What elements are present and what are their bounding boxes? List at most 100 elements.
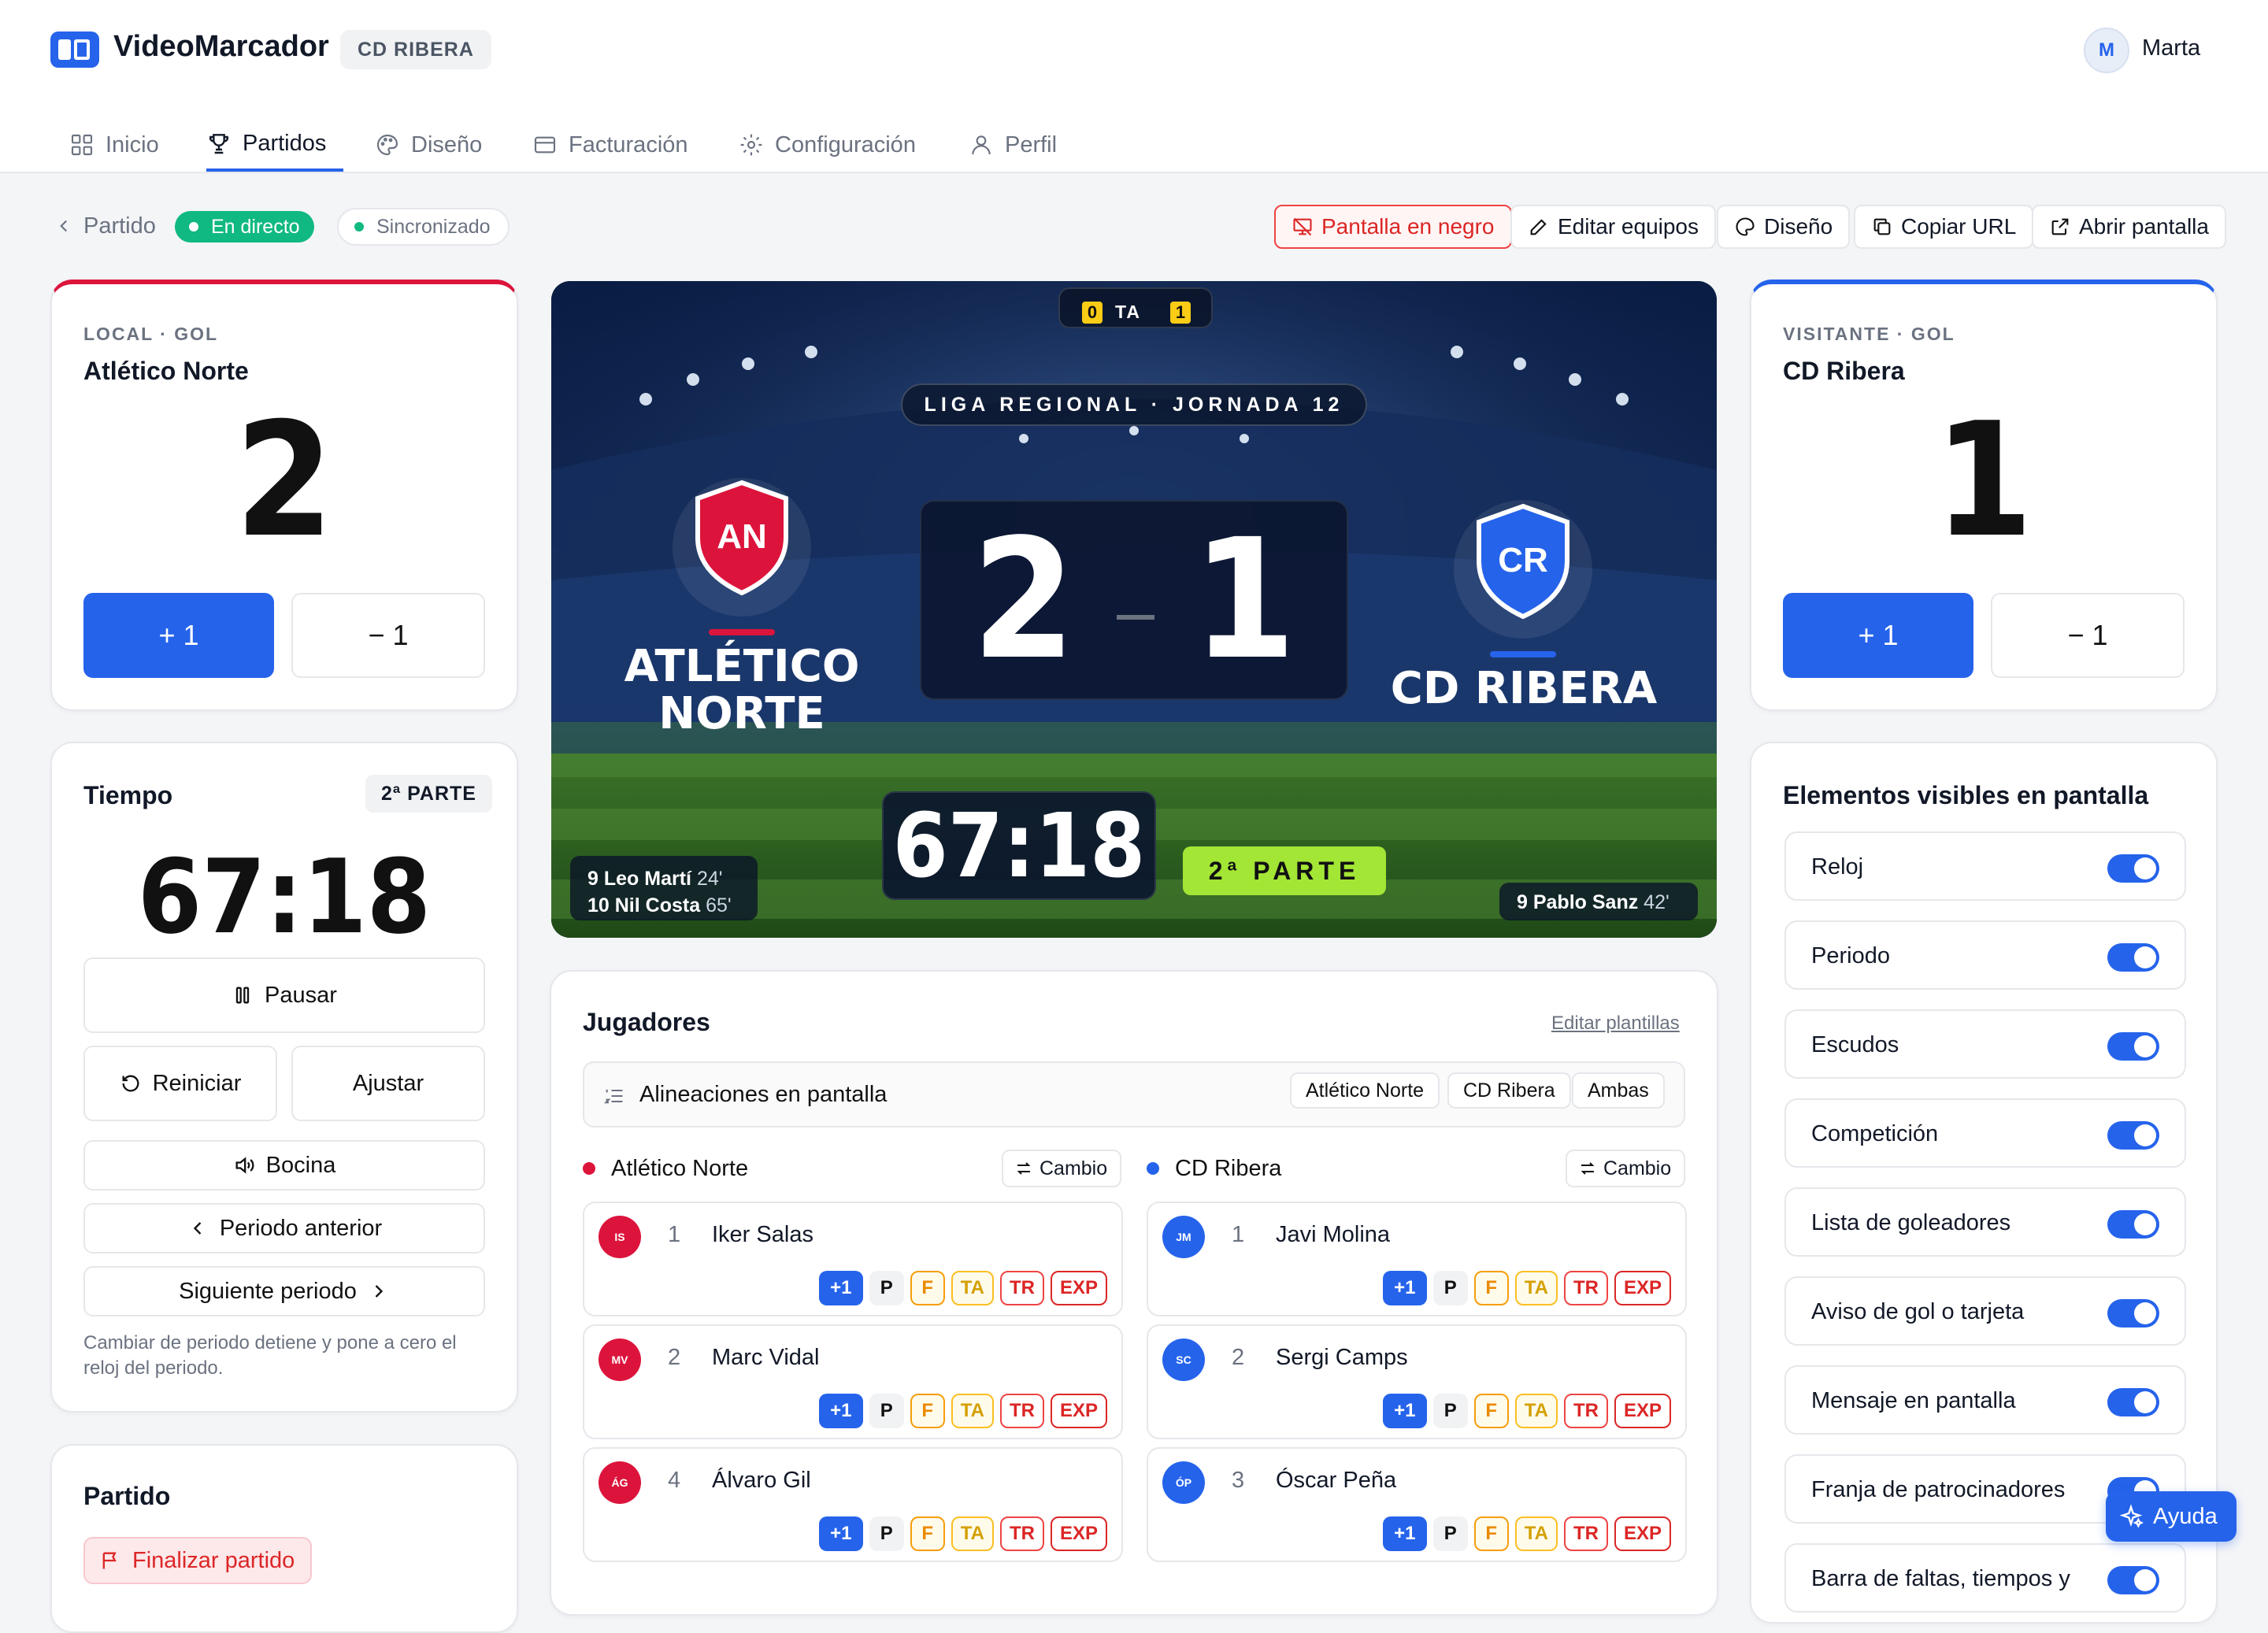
player-action-exp-button[interactable]: EXP xyxy=(1614,1271,1671,1305)
back-to-match[interactable]: Partido xyxy=(54,206,156,246)
lineup-option-home[interactable]: Atlético Norte xyxy=(1290,1072,1440,1109)
player-action-tr-button[interactable]: TR xyxy=(999,1271,1044,1305)
player-action-tr-button[interactable]: TR xyxy=(999,1516,1044,1551)
player-action-plus-button[interactable]: +1 xyxy=(1382,1394,1427,1428)
player-action-ta-button[interactable]: TA xyxy=(1514,1271,1558,1305)
edit-rosters-link[interactable]: Editar plantillas xyxy=(1551,1013,1680,1035)
pause-label: Pausar xyxy=(265,982,337,1008)
toggle-switch[interactable] xyxy=(2107,1566,2159,1594)
visibility-toggle-row[interactable]: Barra de faltas, tiempos y xyxy=(1784,1543,2186,1613)
pause-button[interactable]: Pausar xyxy=(83,957,485,1033)
player-action-ta-button[interactable]: TA xyxy=(951,1271,994,1305)
player-action-ta-button[interactable]: TA xyxy=(1514,1394,1558,1428)
player-action-f-button[interactable]: F xyxy=(1473,1394,1509,1428)
player-action-plus-button[interactable]: +1 xyxy=(1382,1516,1427,1551)
toggle-switch[interactable] xyxy=(2107,1121,2159,1150)
toggle-switch[interactable] xyxy=(2107,1299,2159,1328)
horn-button[interactable]: Bocina xyxy=(83,1140,485,1190)
player-action-f-button[interactable]: F xyxy=(1473,1271,1509,1305)
player-action-exp-button[interactable]: EXP xyxy=(1050,1516,1107,1551)
edit-teams-button[interactable]: Editar equipos xyxy=(1510,205,1717,249)
visibility-toggle-row[interactable]: Periodo xyxy=(1784,920,2186,990)
toggle-switch[interactable] xyxy=(2107,943,2159,972)
club-tag[interactable]: CD RIBERA xyxy=(340,30,491,69)
help-button[interactable]: Ayuda xyxy=(2106,1491,2236,1542)
screen-away-score: 1 xyxy=(1192,503,1296,696)
away-substitution-button[interactable]: Cambio xyxy=(1566,1150,1686,1187)
player-action-tr-button[interactable]: TR xyxy=(1563,1394,1608,1428)
player-row[interactable]: SC 2 Sergi Camps +1 P F TA TR EXP xyxy=(1147,1324,1687,1439)
timer-clock: 67:18 xyxy=(137,837,432,957)
lineup-option-both[interactable]: Ambas xyxy=(1572,1072,1665,1109)
away-plus-button[interactable]: + 1 xyxy=(1783,593,1973,678)
player-action-f-button[interactable]: F xyxy=(910,1271,945,1305)
adjust-button[interactable]: Ajustar xyxy=(291,1046,485,1121)
player-action-f-button[interactable]: F xyxy=(910,1394,945,1428)
toggle-switch[interactable] xyxy=(2107,1032,2159,1061)
user-avatar[interactable]: M xyxy=(2084,28,2129,73)
home-plus-button[interactable]: + 1 xyxy=(83,593,274,678)
reset-button[interactable]: Reiniciar xyxy=(83,1046,277,1121)
player-action-tr-button[interactable]: TR xyxy=(999,1394,1044,1428)
open-screen-button[interactable]: Abrir pantalla xyxy=(2032,205,2226,249)
player-action-p-button[interactable]: P xyxy=(869,1271,904,1305)
visibility-toggle-row[interactable]: Escudos xyxy=(1784,1009,2186,1079)
nav-facturacion[interactable]: Facturación xyxy=(532,118,688,172)
away-score: 1 xyxy=(1934,389,2033,572)
player-action-tr-button[interactable]: TR xyxy=(1563,1271,1608,1305)
player-row[interactable]: MV 2 Marc Vidal +1 P F TA TR EXP xyxy=(583,1324,1123,1439)
toggle-switch[interactable] xyxy=(2107,1388,2159,1416)
player-action-f-button[interactable]: F xyxy=(910,1516,945,1551)
player-row[interactable]: ÓP 3 Óscar Peña +1 P F TA TR EXP xyxy=(1147,1447,1687,1562)
player-row[interactable]: JM 1 Javi Molina +1 P F TA TR EXP xyxy=(1147,1202,1687,1316)
user-name[interactable]: Marta xyxy=(2142,35,2200,61)
copy-url-button[interactable]: Copiar URL xyxy=(1854,205,2034,249)
visibility-toggle-row[interactable]: Lista de goleadores xyxy=(1784,1187,2186,1257)
player-action-plus-button[interactable]: +1 xyxy=(818,1516,863,1551)
player-action-ta-button[interactable]: TA xyxy=(951,1394,994,1428)
nav-configuracion[interactable]: Configuración xyxy=(739,118,916,172)
finish-match-button[interactable]: Finalizar partido xyxy=(83,1537,313,1584)
visibility-toggle-row[interactable]: Competición xyxy=(1784,1098,2186,1168)
player-action-p-button[interactable]: P xyxy=(869,1516,904,1551)
player-action-p-button[interactable]: P xyxy=(869,1394,904,1428)
nav-diseno[interactable]: Diseño xyxy=(375,118,482,172)
toggle-switch[interactable] xyxy=(2107,854,2159,883)
player-action-f-button[interactable]: F xyxy=(1473,1516,1509,1551)
player-number: 2 xyxy=(1232,1345,1245,1370)
player-action-ta-button[interactable]: TA xyxy=(1514,1516,1558,1551)
away-minus-button[interactable]: − 1 xyxy=(1991,593,2185,678)
player-action-plus-button[interactable]: +1 xyxy=(1382,1271,1427,1305)
player-row[interactable]: IS 1 Iker Salas +1 P F TA TR EXP xyxy=(583,1202,1123,1316)
previous-period-button[interactable]: Periodo anterior xyxy=(83,1203,485,1253)
player-action-p-button[interactable]: P xyxy=(1432,1516,1468,1551)
visible-elements-title: Elementos visibles en pantalla xyxy=(1783,781,2149,809)
player-action-ta-button[interactable]: TA xyxy=(951,1516,994,1551)
list-order-icon xyxy=(603,1089,623,1104)
player-action-tr-button[interactable]: TR xyxy=(1563,1516,1608,1551)
design-button[interactable]: Diseño xyxy=(1717,205,1851,249)
visibility-toggle-row[interactable]: Reloj xyxy=(1784,831,2186,901)
player-action-exp-button[interactable]: EXP xyxy=(1050,1394,1107,1428)
player-action-p-button[interactable]: P xyxy=(1432,1271,1468,1305)
player-action-p-button[interactable]: P xyxy=(1432,1394,1468,1428)
player-action-exp-button[interactable]: EXP xyxy=(1050,1271,1107,1305)
lineup-option-away[interactable]: CD Ribera xyxy=(1447,1072,1571,1109)
player-action-exp-button[interactable]: EXP xyxy=(1614,1516,1671,1551)
home-minus-button[interactable]: − 1 xyxy=(291,593,485,678)
player-row[interactable]: ÁG 4 Álvaro Gil +1 P F TA TR EXP xyxy=(583,1447,1123,1562)
black-screen-button[interactable]: Pantalla en negro xyxy=(1274,205,1512,249)
player-action-exp-button[interactable]: EXP xyxy=(1614,1394,1671,1428)
player-action-plus-button[interactable]: +1 xyxy=(818,1394,863,1428)
toggle-label: Lista de goleadores xyxy=(1811,1210,2011,1235)
player-action-plus-button[interactable]: +1 xyxy=(818,1271,863,1305)
toggle-switch[interactable] xyxy=(2107,1210,2159,1239)
nav-inicio[interactable]: Inicio xyxy=(69,118,159,172)
nav-partidos[interactable]: Partidos xyxy=(206,118,344,172)
home-substitution-button[interactable]: Cambio xyxy=(1002,1150,1122,1187)
visibility-toggle-row[interactable]: Mensaje en pantalla xyxy=(1784,1365,2186,1435)
nav-perfil[interactable]: Perfil xyxy=(969,118,1057,172)
next-period-button[interactable]: Siguiente periodo xyxy=(83,1266,485,1316)
card-icon xyxy=(534,136,556,154)
visibility-toggle-row[interactable]: Aviso de gol o tarjeta xyxy=(1784,1276,2186,1346)
